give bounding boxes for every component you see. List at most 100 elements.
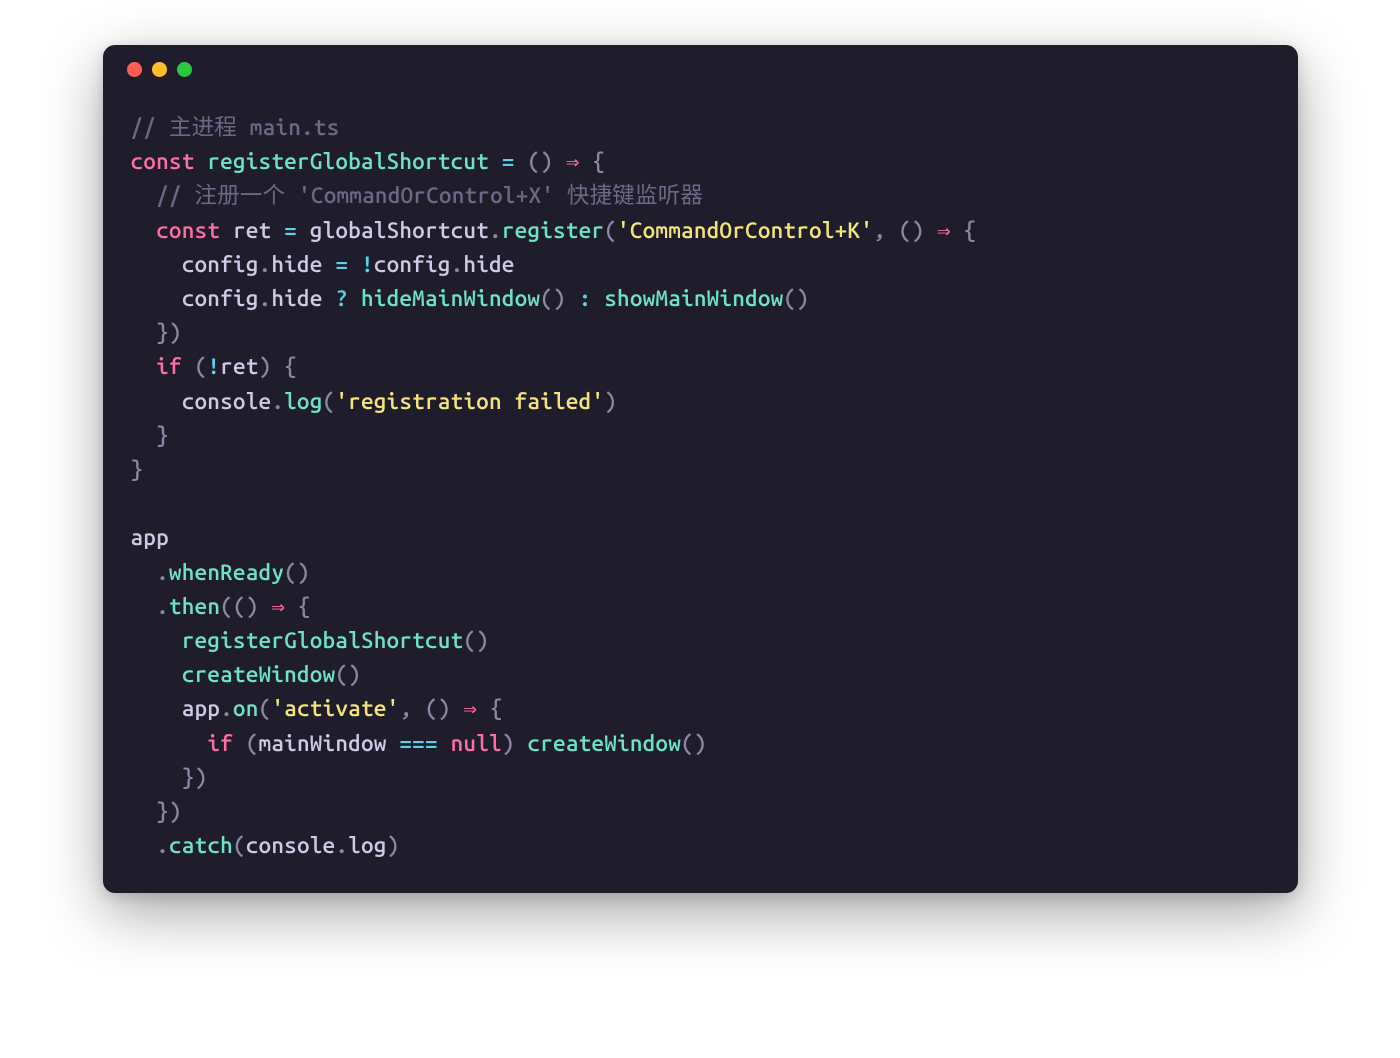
op-eq: = <box>284 218 297 243</box>
fn-catch: catch <box>169 833 233 858</box>
id-console: console <box>182 389 272 414</box>
paren: ( <box>220 594 233 619</box>
op-eq: = <box>335 252 348 277</box>
paren: ( <box>233 594 246 619</box>
window-titlebar <box>103 45 1298 93</box>
id-mainWindow: mainWindow <box>259 731 387 756</box>
brace: } <box>156 423 169 448</box>
paren: ) <box>387 833 400 858</box>
string-literal: 'CommandOrControl+K' <box>617 218 873 243</box>
paren: ) <box>911 218 924 243</box>
brace: } <box>182 765 195 790</box>
paren: ) <box>553 286 566 311</box>
op-bang: ! <box>361 252 374 277</box>
fn-registerGlobalShortcut: registerGlobalShortcut <box>182 628 464 653</box>
code-window: // 主进程 main.ts const registerGlobalShort… <box>103 45 1298 893</box>
paren: ( <box>259 696 272 721</box>
paren: ) <box>348 662 361 687</box>
fn-on: on <box>233 696 259 721</box>
keyword-if: if <box>207 731 233 756</box>
dot: . <box>335 833 348 858</box>
paren: ( <box>463 628 476 653</box>
fn-register: register <box>502 218 604 243</box>
dot: . <box>220 696 233 721</box>
paren: ) <box>502 731 515 756</box>
paren: ( <box>195 354 208 379</box>
op-eqeqeq: === <box>399 731 437 756</box>
comment-line: // 注册一个 'CommandOrControl+X' 快捷键监听器 <box>156 183 703 208</box>
fn-then: then <box>169 594 220 619</box>
fn-createWindow: createWindow <box>527 731 681 756</box>
id-app: app <box>182 696 220 721</box>
id-hide: hide <box>271 252 322 277</box>
paren: ( <box>233 833 246 858</box>
keyword-const: const <box>156 218 220 243</box>
dot: . <box>271 389 284 414</box>
null-literal: null <box>451 731 502 756</box>
id-config: config <box>182 286 259 311</box>
paren: ) <box>169 799 182 824</box>
minimize-icon[interactable] <box>152 62 167 77</box>
op-eq: = <box>502 149 515 174</box>
dot: . <box>489 218 502 243</box>
dot: . <box>156 594 169 619</box>
id-console: console <box>246 833 336 858</box>
comment-line: // 主进程 main.ts <box>131 115 340 140</box>
brace: { <box>490 696 503 721</box>
id-globalShortcut: globalShortcut <box>310 218 489 243</box>
paren: ( <box>323 389 336 414</box>
dot: . <box>451 252 464 277</box>
id-log: log <box>348 833 386 858</box>
fn-registerGlobalShortcut: registerGlobalShortcut <box>207 149 489 174</box>
brace: { <box>964 218 977 243</box>
keyword-if: if <box>156 354 182 379</box>
id-hide: hide <box>463 252 514 277</box>
dot: . <box>156 833 169 858</box>
code-block: // 主进程 main.ts const registerGlobalShort… <box>103 93 1298 863</box>
paren: ) <box>694 731 707 756</box>
brace: { <box>284 354 297 379</box>
paren: ( <box>284 560 297 585</box>
fn-whenReady: whenReady <box>169 560 284 585</box>
paren: ) <box>438 696 451 721</box>
id-app: app <box>131 525 169 550</box>
paren: ) <box>796 286 809 311</box>
close-icon[interactable] <box>127 62 142 77</box>
paren: ( <box>246 731 259 756</box>
keyword-const: const <box>131 149 195 174</box>
fn-showMainWindow: showMainWindow <box>604 286 783 311</box>
paren: ( <box>335 662 348 687</box>
paren: ( <box>604 218 617 243</box>
paren: ) <box>540 149 553 174</box>
paren: ( <box>540 286 553 311</box>
paren: ) <box>246 594 259 619</box>
paren: ( <box>681 731 694 756</box>
paren: ) <box>195 765 208 790</box>
fn-createWindow: createWindow <box>182 662 336 687</box>
arrow-icon: ⇒ <box>566 149 580 174</box>
paren: ) <box>476 628 489 653</box>
paren: ( <box>425 696 438 721</box>
arrow-icon: ⇒ <box>937 218 951 243</box>
brace: } <box>131 457 144 482</box>
arrow-icon: ⇒ <box>271 594 285 619</box>
paren: ) <box>604 389 617 414</box>
op-ternary-q: ? <box>335 286 348 311</box>
op-bang: ! <box>207 354 220 379</box>
paren: ( <box>783 286 796 311</box>
id-ret: ret <box>233 218 271 243</box>
id-hide: hide <box>271 286 322 311</box>
string-literal: 'registration failed' <box>335 389 604 414</box>
maximize-icon[interactable] <box>177 62 192 77</box>
dot: . <box>156 560 169 585</box>
paren: ( <box>527 149 540 174</box>
comma: , <box>399 696 412 721</box>
dot: . <box>259 252 272 277</box>
string-literal: 'activate' <box>271 696 399 721</box>
brace: } <box>156 799 169 824</box>
paren: ( <box>899 218 912 243</box>
id-config: config <box>182 252 259 277</box>
id-ret: ret <box>220 354 258 379</box>
dot: . <box>259 286 272 311</box>
fn-hideMainWindow: hideMainWindow <box>361 286 540 311</box>
